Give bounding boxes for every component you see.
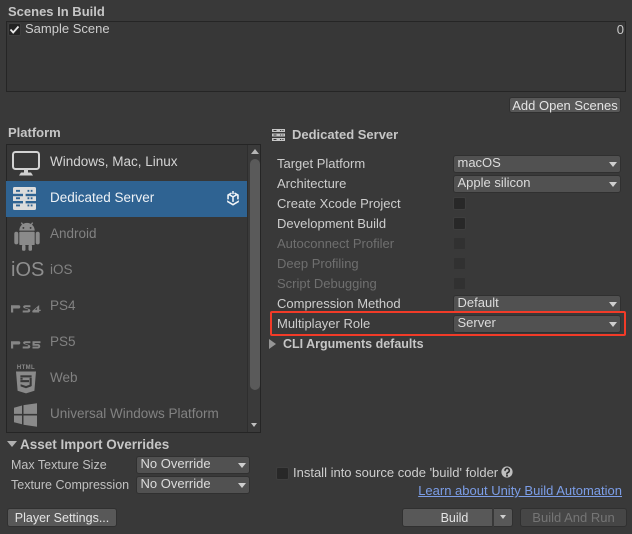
svg-text:HTML: HTML (17, 365, 35, 371)
